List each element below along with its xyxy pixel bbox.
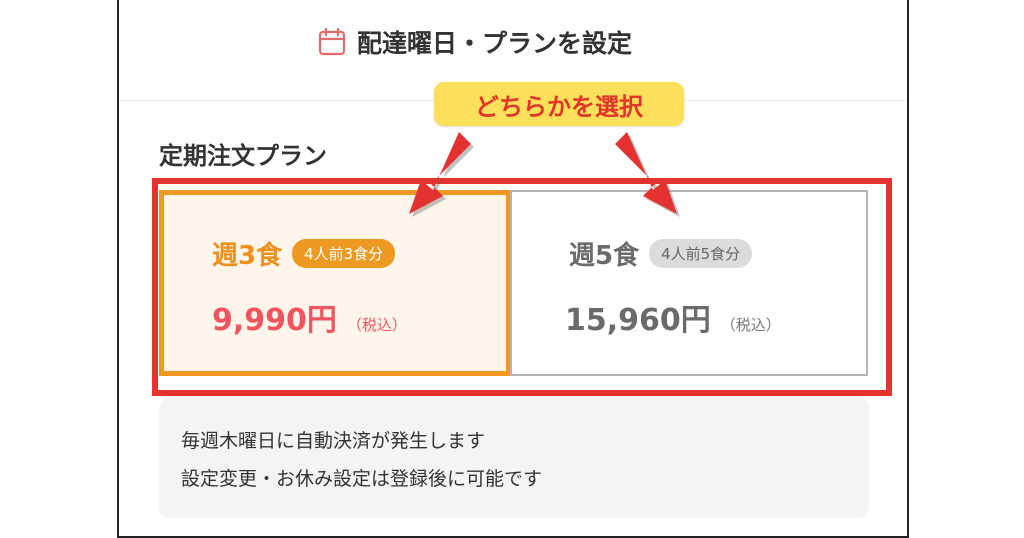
calendar-icon: [318, 27, 346, 56]
arrow-left-icon: [409, 132, 474, 217]
callout-text: どちらかを選択: [475, 92, 643, 121]
plan-name: 週5食: [569, 241, 640, 271]
plan-name-row: 週3食 4人前3食分: [212, 235, 396, 272]
plan-option-5-meals[interactable]: 週5食 4人前5食分 15,960円 （税込）: [510, 190, 868, 376]
plan-price: 9,990円: [212, 303, 337, 338]
price-row: 15,960円 （税込）: [565, 295, 781, 339]
settings-panel: 配達曜日・プランを設定 どちらかを選択 定期注文プラン 週3食 4人前3食分 9…: [117, 0, 909, 538]
plan-badge: 4人前5食分: [649, 239, 753, 268]
plan-badge: 4人前3食分: [292, 239, 396, 268]
plan-name-row: 週5食 4人前5食分: [569, 235, 753, 272]
info-line: 設定変更・お休み設定は登録後に可能です: [181, 468, 543, 490]
plan-section-title: 定期注文プラン: [159, 142, 327, 170]
select-either-callout: どちらかを選択: [434, 82, 684, 126]
page-title-text: 配達曜日・プランを設定: [357, 29, 633, 58]
info-notice-box: 毎週木曜日に自動決済が発生します 設定変更・お休み設定は登録後に可能です: [159, 398, 869, 518]
tax-note: （税込）: [720, 316, 781, 334]
info-line: 毎週木曜日に自動決済が発生します: [181, 430, 486, 452]
arrow-right-icon: [615, 132, 680, 217]
plan-price: 15,960円: [565, 303, 711, 338]
page-title: 配達曜日・プランを設定: [317, 22, 632, 62]
price-row: 9,990円 （税込）: [212, 295, 407, 339]
plan-name: 週3食: [212, 241, 283, 271]
tax-note: （税込）: [346, 316, 407, 334]
